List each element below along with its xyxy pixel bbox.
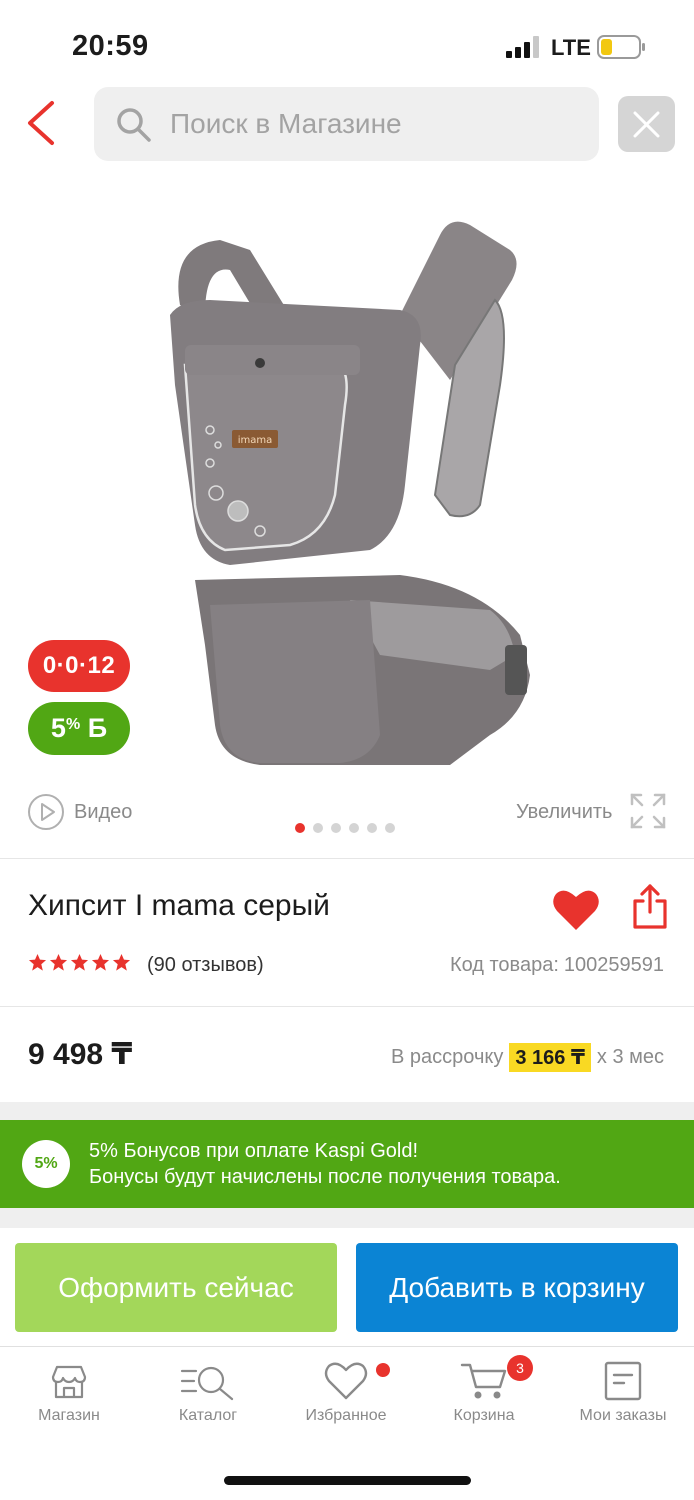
zoom-label: Увеличить [516, 801, 613, 823]
search-input[interactable]: Поиск в Магазине [94, 87, 599, 161]
catalog-icon [180, 1366, 234, 1401]
tab-label: Мои заказы [579, 1407, 667, 1424]
product-title: Хипсит I mama серый [28, 889, 330, 922]
star-icon [112, 953, 131, 971]
bonus-banner[interactable]: 5% 5% Бонусов при оплате Kaspi Gold! Бон… [0, 1120, 694, 1208]
pagination-dot[interactable] [313, 823, 323, 833]
pagination-dot[interactable] [295, 823, 305, 833]
close-button[interactable] [618, 96, 675, 152]
star-icon [70, 953, 89, 971]
star-icon [91, 953, 110, 971]
pagination-dot[interactable] [331, 823, 341, 833]
product-code: Код товара: 100259591 [450, 954, 664, 977]
cart-icon [460, 1363, 507, 1399]
section-gap [0, 1102, 694, 1120]
rating-stars [28, 953, 131, 977]
add-to-cart-button[interactable]: Добавить в корзину [356, 1243, 678, 1332]
bonus-percent-badge: 5% [22, 1140, 70, 1188]
zoom-button[interactable]: Увеличить [516, 793, 666, 831]
bonus-badge-symbol: Б [87, 713, 108, 743]
divider [0, 1006, 694, 1007]
play-icon [28, 794, 64, 830]
product-price: 9 498 ₸ [28, 1038, 133, 1071]
heart-icon [324, 1362, 368, 1400]
favorite-heart-icon[interactable] [552, 886, 600, 932]
section-gap [0, 1208, 694, 1228]
installment-prefix: В рассрочку [391, 1046, 504, 1068]
share-icon[interactable] [632, 884, 668, 930]
bonus-subtext: Бонусы будут начислены после получения т… [89, 1166, 561, 1188]
product-gallery[interactable]: imama 0·0·12 5% Б [0, 185, 694, 845]
gallery-pagination [295, 823, 395, 833]
bonus-badge-percent-sign: % [65, 716, 81, 733]
installment-badge: 0·0·12 [28, 640, 130, 692]
installment-info: В рассрочку 3 166 ₸ х 3 мес [391, 1043, 664, 1072]
tab-cart[interactable]: 3 Корзина [419, 1355, 549, 1441]
tab-favorites[interactable]: Избранное [281, 1361, 411, 1441]
installment-suffix: х 3 мес [596, 1046, 664, 1068]
signal-icon [506, 36, 539, 58]
product-logo-text: imama [238, 435, 273, 446]
back-arrow-icon[interactable] [24, 100, 60, 146]
product-code-value: 100259591 [563, 954, 664, 976]
status-time: 20:59 [72, 30, 149, 62]
tab-orders[interactable]: Мои заказы [558, 1361, 688, 1441]
orders-icon [604, 1361, 642, 1401]
tab-label: Каталог [178, 1407, 238, 1424]
product-image[interactable]: imama [150, 205, 540, 770]
installment-amount: 3 166 ₸ [509, 1043, 591, 1072]
star-icon [28, 953, 47, 971]
reviews-link[interactable]: (90 отзывов) [147, 954, 264, 977]
pagination-dot[interactable] [385, 823, 395, 833]
video-label: Видео [74, 801, 133, 823]
pagination-dot[interactable] [349, 823, 359, 833]
tab-bar: Магазин Каталог Избранное 3 Корзина Мои … [0, 1346, 694, 1446]
bonus-badge-percent: 5 [50, 713, 66, 743]
tab-catalog[interactable]: Каталог [143, 1361, 273, 1441]
star-icon [49, 953, 68, 971]
bonus-headline: 5% Бонусов при оплате Kaspi Gold! [89, 1140, 419, 1162]
tab-label: Избранное [305, 1407, 387, 1424]
tab-label: Магазин [38, 1407, 100, 1424]
expand-icon [630, 793, 666, 829]
search-icon [117, 108, 151, 142]
buy-now-button[interactable]: Оформить сейчас [15, 1243, 337, 1332]
tab-shop[interactable]: Магазин [4, 1361, 134, 1441]
battery-icon [597, 35, 645, 59]
status-bar: 20:59 LTE [0, 0, 694, 80]
tab-label: Корзина [453, 1407, 515, 1424]
product-code-label: Код товара: [449, 954, 559, 976]
network-type: LTE [551, 35, 591, 60]
notification-dot [376, 1363, 390, 1377]
pagination-dot[interactable] [367, 823, 377, 833]
bonus-badge: 5% Б [28, 702, 130, 755]
shop-icon [51, 1365, 87, 1399]
close-icon [633, 111, 660, 138]
divider [0, 858, 694, 859]
search-placeholder: Поиск в Магазине [170, 108, 402, 139]
cart-count-badge: 3 [507, 1355, 533, 1381]
home-indicator[interactable] [224, 1476, 471, 1485]
